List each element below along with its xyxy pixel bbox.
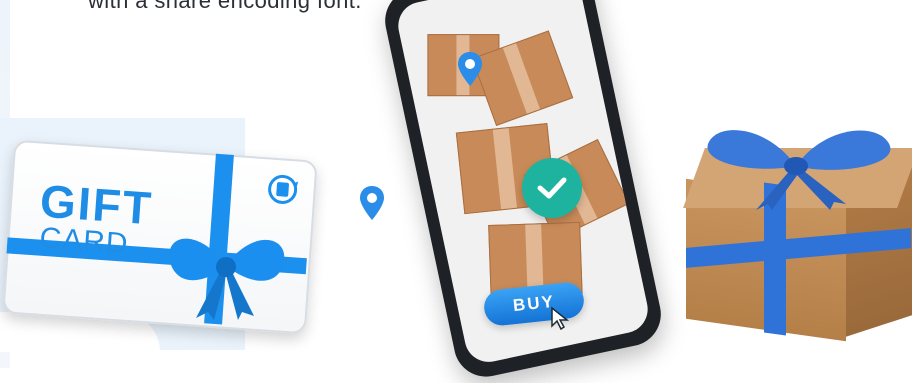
location-pin-icon: [360, 186, 384, 220]
header-text: with a share encoding font.: [88, 0, 362, 13]
checkmark-glyph: [537, 177, 567, 199]
gift-bow-icon: [169, 238, 285, 320]
checkmark-icon: [522, 158, 582, 218]
gift-card-subtitle: CARD: [38, 221, 130, 261]
location-pin-icon: [458, 52, 482, 86]
cursor-arrow-icon: [551, 306, 570, 330]
gift-box-illustration: [674, 118, 912, 354]
refresh-card-icon: [268, 174, 299, 204]
gift-bow-icon: [707, 130, 891, 210]
